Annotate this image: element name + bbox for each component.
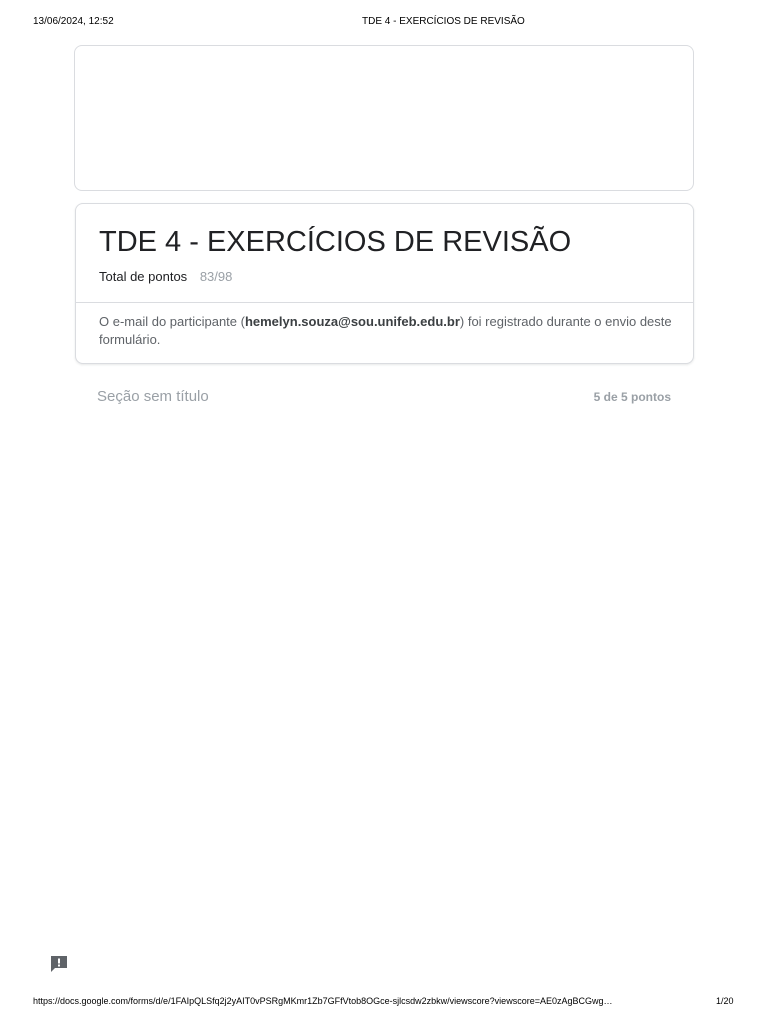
print-header: 13/06/2024, 12:52 TDE 4 - EXERCÍCIOS DE … — [0, 16, 768, 30]
print-page-title: TDE 4 - EXERCÍCIOS DE REVISÃO — [362, 16, 525, 27]
print-page-number: 1/20 — [716, 996, 734, 1006]
section-points: 5 de 5 pontos — [593, 390, 671, 404]
score-label: Total de pontos — [99, 269, 188, 284]
respondent-email: hemelyn.souza@sou.unifeb.edu.br — [244, 314, 460, 329]
print-datetime: 13/06/2024, 12:52 — [33, 16, 114, 27]
title-divider — [76, 302, 693, 303]
total-score: Total de pontos 83/98 — [99, 269, 232, 284]
feedback-icon — [51, 956, 67, 972]
form-header-banner — [74, 45, 694, 191]
section-title: Seção sem título — [97, 388, 209, 405]
feedback-button[interactable] — [49, 954, 69, 974]
section-header: Seção sem título 5 de 5 pontos — [97, 388, 671, 408]
email-notice: O e-mail do participante (hemelyn.souza@… — [99, 313, 679, 349]
print-url: https://docs.google.com/forms/d/e/1FAIpQ… — [33, 996, 613, 1006]
email-note-prefix: O e-mail do participante ( — [99, 314, 245, 329]
print-footer: https://docs.google.com/forms/d/e/1FAIpQ… — [0, 996, 768, 1010]
form-title: TDE 4 - EXERCÍCIOS DE REVISÃO — [99, 226, 572, 258]
score-value: 83/98 — [199, 269, 233, 284]
form-title-card: TDE 4 - EXERCÍCIOS DE REVISÃO Total de p… — [75, 203, 694, 364]
